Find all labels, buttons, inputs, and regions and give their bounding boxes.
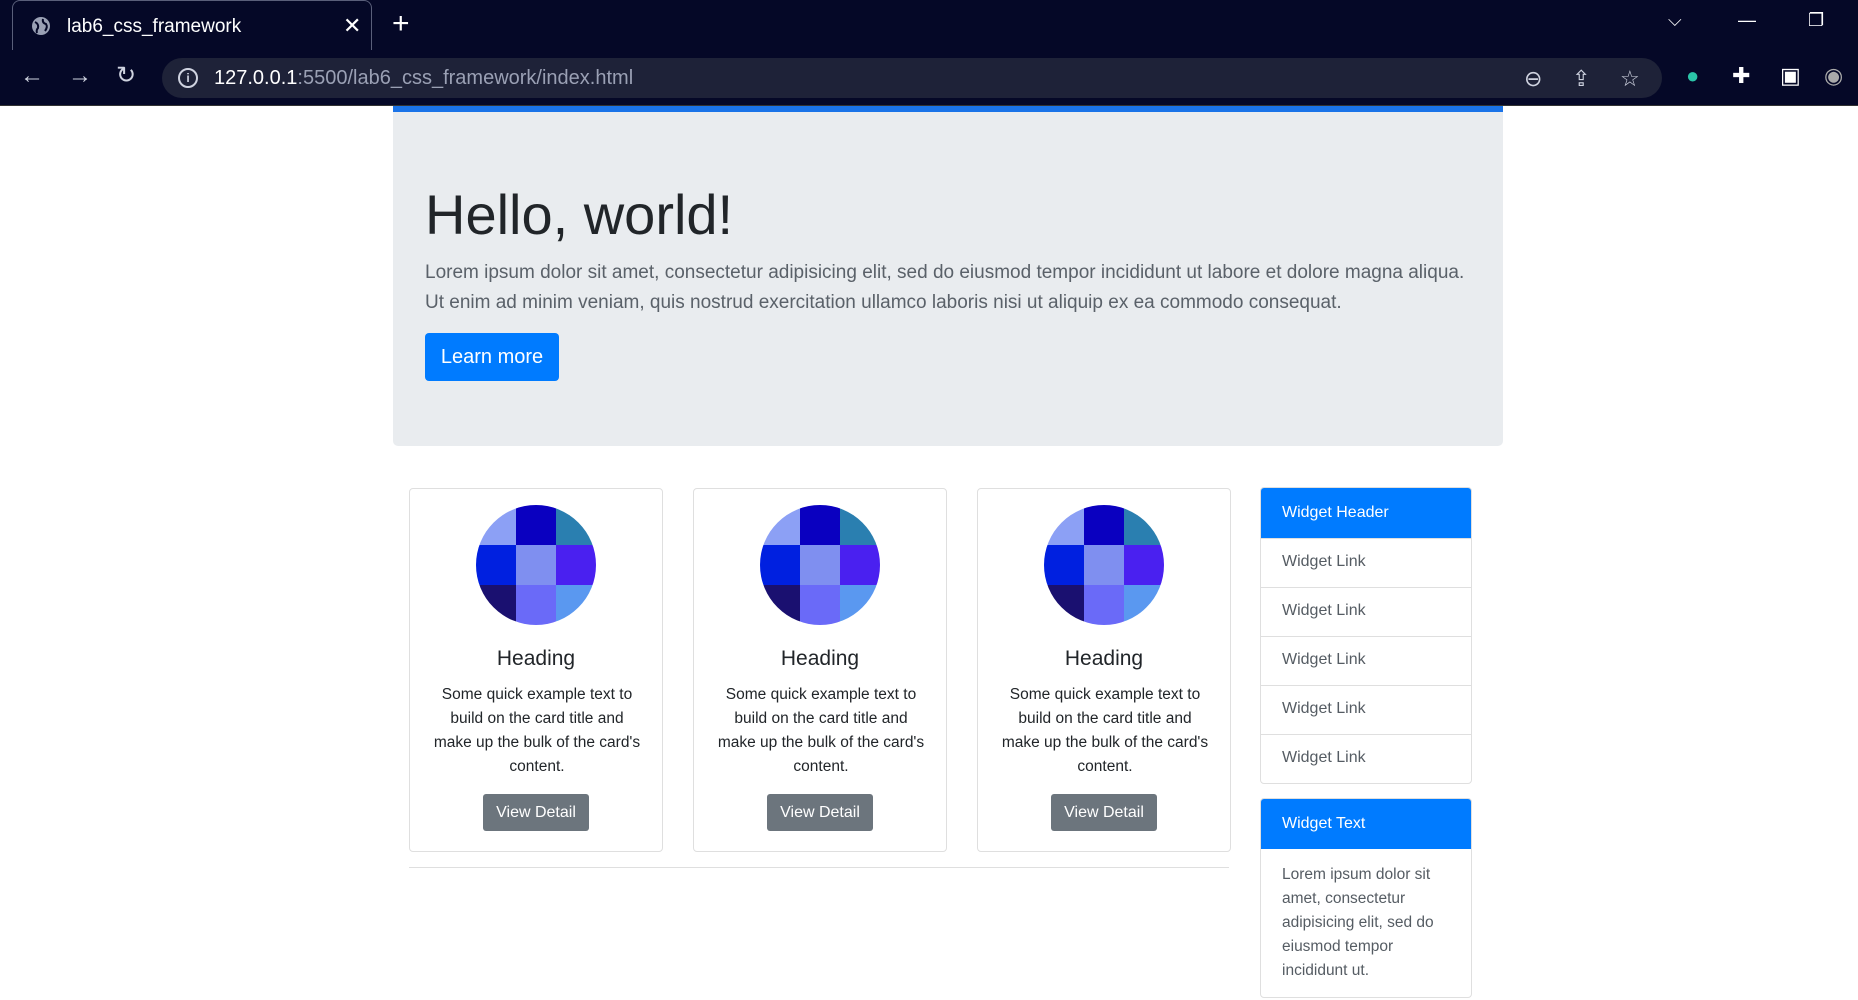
back-icon[interactable]: ← [20, 64, 44, 88]
image-tile [1084, 505, 1124, 545]
tab-title: lab6_css_framework [67, 16, 242, 37]
widget-links: Widget Header Widget Link Widget Link Wi… [1260, 487, 1472, 784]
close-tab-icon[interactable]: ✕ [343, 13, 361, 39]
card-heading: Heading [780, 647, 860, 670]
profile-avatar[interactable]: ◉ [1824, 64, 1843, 88]
image-tile [800, 505, 840, 545]
card-image [1044, 505, 1164, 625]
image-tile [1044, 545, 1084, 585]
image-tile [1044, 505, 1084, 545]
learn-more-button[interactable]: Learn more [425, 333, 559, 381]
image-tile [1044, 585, 1084, 625]
view-detail-button[interactable]: View Detail [767, 794, 873, 831]
widget-header: Widget Header [1261, 488, 1471, 538]
card-heading: Heading [1064, 647, 1144, 670]
globe-icon [32, 17, 50, 35]
widget-text-body: Lorem ipsum dolor sit amet, consectetur … [1282, 866, 1434, 979]
side-panel-icon[interactable]: ▣ [1780, 64, 1801, 88]
card: Heading Some quick example text to build… [693, 488, 947, 852]
share-icon[interactable]: ⇪ [1572, 66, 1590, 92]
reload-icon[interactable]: ↻ [116, 64, 136, 88]
card: Heading Some quick example text to build… [409, 488, 663, 852]
view-detail-button[interactable]: View Detail [1051, 794, 1157, 831]
image-tile [800, 585, 840, 625]
browser-tab[interactable]: lab6_css_framework ✕ [12, 0, 372, 50]
image-tile [760, 505, 800, 545]
url-text[interactable]: 127.0.0.1:5500/lab6_css_framework/index.… [214, 67, 633, 90]
image-tile [1124, 545, 1164, 585]
extension-icon[interactable]: ● [1686, 64, 1699, 88]
jumbotron: Hello, world! Lorem ipsum dolor sit amet… [393, 112, 1503, 446]
image-tile [1084, 545, 1124, 585]
image-tile [476, 585, 516, 625]
puzzle-icon[interactable]: ✚ [1732, 64, 1750, 88]
restore-icon[interactable]: ❐ [1808, 10, 1824, 31]
image-tile [800, 545, 840, 585]
view-detail-button[interactable]: View Detail [483, 794, 589, 831]
image-tile [556, 585, 596, 625]
image-tile [760, 545, 800, 585]
card-heading: Heading [496, 647, 576, 670]
widget-link[interactable]: Widget Link [1261, 587, 1471, 636]
tab-search-icon[interactable]: ⌵ [1668, 10, 1682, 31]
image-tile [556, 505, 596, 545]
image-tile [516, 505, 556, 545]
image-tile [1124, 505, 1164, 545]
card-text: Some quick example text to build on the … [433, 686, 641, 775]
jumbotron-title: Hello, world! [425, 183, 734, 246]
image-tile [840, 505, 880, 545]
divider [409, 867, 1229, 868]
site-info-icon[interactable]: i [178, 68, 198, 88]
minimize-icon[interactable]: — [1738, 10, 1756, 31]
widget-text-header: Widget Text [1261, 799, 1471, 849]
card: Heading Some quick example text to build… [977, 488, 1231, 852]
image-tile [516, 545, 556, 585]
image-tile [760, 585, 800, 625]
forward-icon[interactable]: → [68, 64, 92, 88]
image-tile [840, 585, 880, 625]
image-tile [476, 545, 516, 585]
widget-link[interactable]: Widget Link [1261, 685, 1471, 734]
widget-link[interactable]: Widget Link [1261, 538, 1471, 587]
image-tile [516, 585, 556, 625]
bookmark-star-icon[interactable]: ☆ [1620, 66, 1640, 92]
image-tile [556, 545, 596, 585]
zoom-icon[interactable]: ⊖ [1524, 66, 1542, 92]
address-bar[interactable]: i 127.0.0.1:5500/lab6_css_framework/inde… [162, 58, 1662, 98]
image-tile [1084, 585, 1124, 625]
new-tab-icon[interactable]: + [392, 9, 410, 39]
browser-toolbar: ← → ↻ i 127.0.0.1:5500/lab6_css_framewor… [0, 50, 1858, 106]
card-text: Some quick example text to build on the … [1001, 686, 1209, 775]
page-content: Hello, world! Lorem ipsum dolor sit amet… [0, 106, 1858, 1000]
image-tile [476, 505, 516, 545]
card-image [476, 505, 596, 625]
image-tile [840, 545, 880, 585]
image-tile [1124, 585, 1164, 625]
widget-text: Widget Text Lorem ipsum dolor sit amet, … [1260, 798, 1472, 998]
browser-tabstrip: lab6_css_framework ✕ + ⌵ — ❐ [0, 0, 1858, 50]
widget-link[interactable]: Widget Link [1261, 734, 1471, 783]
card-image [760, 505, 880, 625]
widget-link[interactable]: Widget Link [1261, 636, 1471, 685]
jumbotron-text: Lorem ipsum dolor sit amet, consectetur … [425, 262, 1465, 313]
card-text: Some quick example text to build on the … [717, 686, 925, 775]
